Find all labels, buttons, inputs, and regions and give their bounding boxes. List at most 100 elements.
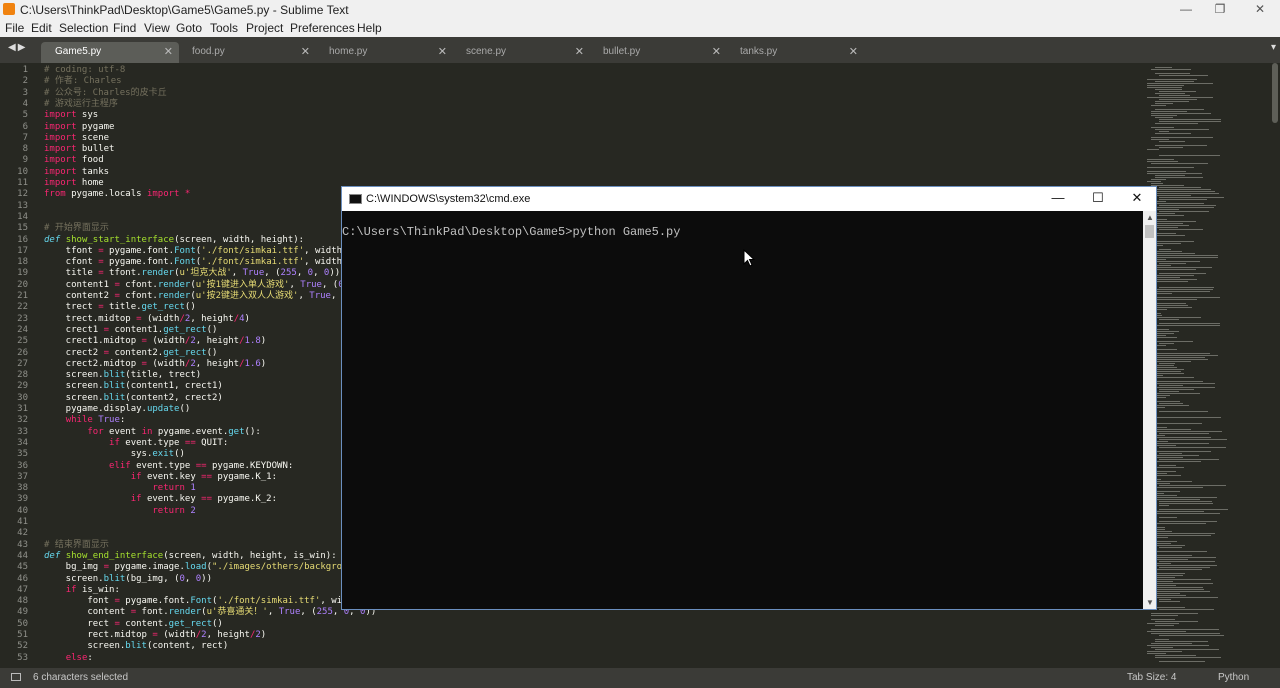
minimap-line <box>1151 533 1216 534</box>
code-line[interactable]: import bullet <box>44 144 114 155</box>
code-line[interactable]: crect1.midtop = (width/2, height/1.8) <box>44 336 267 347</box>
code-line[interactable]: screen.blit(title, trect) <box>44 370 201 381</box>
code-line[interactable]: import home <box>44 178 104 189</box>
code-line[interactable]: screen.blit(content1, crect1) <box>44 381 223 392</box>
tab-close-icon[interactable]: ✕ <box>164 45 173 58</box>
tab-food[interactable]: food.py ✕ <box>178 42 316 63</box>
menu-find[interactable]: Find <box>113 21 136 35</box>
minimap-line <box>1159 447 1226 448</box>
code-line[interactable]: sys.exit() <box>44 449 185 460</box>
minimap-line <box>1159 199 1208 200</box>
code-line[interactable]: for event in pygame.event.get(): <box>44 427 260 438</box>
menu-help[interactable]: Help <box>357 21 382 35</box>
minimap-line <box>1155 641 1209 642</box>
code-line[interactable]: import pygame <box>44 122 114 133</box>
code-line[interactable]: bg_img = pygame.image.load("./images/oth… <box>44 562 391 573</box>
code-line[interactable]: from pygame.locals import * <box>44 189 190 200</box>
minimap-line <box>1159 433 1209 434</box>
code-line[interactable]: # 作者: Charles <box>44 76 122 87</box>
code-line[interactable]: pygame.display.update() <box>44 404 191 415</box>
cmd-minimize-button[interactable]: — <box>1048 190 1068 205</box>
minimap-line <box>1155 585 1176 586</box>
code-line[interactable]: rect.midtop = (width/2, height/2) <box>44 630 266 641</box>
scroll-up-icon[interactable]: ▲ <box>1146 213 1154 222</box>
tab-scene[interactable]: scene.py ✕ <box>452 42 590 63</box>
editor-scrollbar[interactable] <box>1272 63 1278 123</box>
code-line[interactable]: # 游戏运行主程序 <box>44 99 118 110</box>
tab-home[interactable]: home.py ✕ <box>315 42 453 63</box>
menu-edit[interactable]: Edit <box>31 21 52 35</box>
minimap[interactable] <box>1145 63 1270 668</box>
code-line[interactable]: if is_win: <box>44 585 120 596</box>
tab-close-icon[interactable]: ✕ <box>575 45 584 58</box>
scroll-down-icon[interactable]: ▼ <box>1146 598 1154 607</box>
code-line[interactable]: # 开始界面显示 <box>44 223 109 234</box>
tab-nav-arrows-icon[interactable]: ◀▶ <box>8 42 27 53</box>
code-line[interactable]: crect1 = content1.get_rect() <box>44 325 218 336</box>
menu-tools[interactable]: Tools <box>210 21 238 35</box>
code-line[interactable]: rect = content.get_rect() <box>44 619 223 630</box>
code-line[interactable]: screen.blit(bg_img, (0, 0)) <box>44 574 212 585</box>
close-button[interactable]: ✕ <box>1250 2 1270 16</box>
code-line[interactable]: while True: <box>44 415 126 426</box>
code-line[interactable]: import sys <box>44 110 98 121</box>
minimap-line <box>1159 403 1184 404</box>
cmd-console[interactable]: C:\Users\ThinkPad\Desktop\Game5>python G… <box>342 211 1143 609</box>
code-line[interactable]: if event.key == pygame.K_1: <box>44 472 277 483</box>
code-line[interactable]: return 2 <box>44 506 195 517</box>
tab-size-status[interactable]: Tab Size: 4 <box>1127 672 1176 683</box>
code-line[interactable]: trect = title.get_rect() <box>44 302 196 313</box>
code-line[interactable]: crect2 = content2.get_rect() <box>44 348 218 359</box>
minimap-line <box>1151 183 1163 184</box>
code-line[interactable]: title = tfont.render(u'坦克大战', True, (255… <box>44 268 341 279</box>
tab-close-icon[interactable]: ✕ <box>438 45 447 58</box>
code-line[interactable]: if event.key == pygame.K_2: <box>44 494 277 505</box>
line-number: 10 <box>17 166 28 177</box>
code-line[interactable]: def show_end_interface(screen, width, he… <box>44 551 337 562</box>
menu-project[interactable]: Project <box>246 21 283 35</box>
code-line[interactable]: return 1 <box>44 483 195 494</box>
code-line[interactable]: elif event.type == pygame.KEYDOWN: <box>44 461 293 472</box>
scroll-thumb[interactable] <box>1145 225 1154 238</box>
code-line[interactable]: trect.midtop = (width/2, height/4) <box>44 314 250 325</box>
tab-tanks[interactable]: tanks.py ✕ <box>726 42 864 63</box>
tab-game5[interactable]: Game5.py ✕ <box>41 42 179 63</box>
tab-bullet[interactable]: bullet.py ✕ <box>589 42 727 63</box>
minimap-line <box>1155 457 1183 458</box>
cmd-close-button[interactable]: ✕ <box>1127 190 1147 206</box>
code-line[interactable]: screen.blit(content2, crect2) <box>44 393 223 404</box>
code-line[interactable]: crect2.midtop = (width/2, height/1.6) <box>44 359 267 370</box>
menu-preferences[interactable]: Preferences <box>290 21 355 35</box>
cmd-scrollbar[interactable]: ▲ ▼ <box>1143 211 1156 609</box>
menu-goto[interactable]: Goto <box>176 21 202 35</box>
code-line[interactable]: content = font.render(u'恭喜通关！', True, (2… <box>44 607 376 618</box>
code-line[interactable]: else: <box>44 653 93 664</box>
minimap-line <box>1151 257 1218 258</box>
code-line[interactable]: if event.type == QUIT: <box>44 438 228 449</box>
minimize-button[interactable]: — <box>1176 2 1196 16</box>
cmd-maximize-button[interactable]: ☐ <box>1088 190 1108 206</box>
menu-file[interactable]: File <box>5 21 24 35</box>
menu-selection[interactable]: Selection <box>59 21 108 35</box>
code-line[interactable]: font = pygame.font.Font('./font/simkai.t… <box>44 596 385 607</box>
tab-dropdown-icon[interactable]: ▾ <box>1271 42 1276 53</box>
code-line[interactable]: def show_start_interface(screen, width, … <box>44 235 304 246</box>
maximize-button[interactable]: ❐ <box>1210 2 1230 16</box>
code-line[interactable]: # 公众号: Charles的皮卡丘 <box>44 88 167 99</box>
code-line[interactable]: screen.blit(content, rect) <box>44 641 228 652</box>
code-line[interactable]: import tanks <box>44 167 109 178</box>
code-line[interactable]: cfont = pygame.font.Font('./font/simkai.… <box>44 257 370 268</box>
tab-close-icon[interactable]: ✕ <box>301 45 310 58</box>
syntax-status[interactable]: Python <box>1218 672 1249 683</box>
code-line[interactable]: import scene <box>44 133 109 144</box>
line-number: 29 <box>17 381 28 392</box>
panel-toggle-icon[interactable] <box>11 673 21 681</box>
minimap-line <box>1159 323 1220 324</box>
code-line[interactable]: import food <box>44 155 104 166</box>
code-line[interactable]: tfont = pygame.font.Font('./font/simkai.… <box>44 246 364 257</box>
menu-view[interactable]: View <box>144 21 170 35</box>
tab-close-icon[interactable]: ✕ <box>849 45 858 58</box>
code-line[interactable]: # coding: utf-8 <box>44 65 125 76</box>
code-line[interactable]: # 结束界面显示 <box>44 540 109 551</box>
tab-close-icon[interactable]: ✕ <box>712 45 721 58</box>
